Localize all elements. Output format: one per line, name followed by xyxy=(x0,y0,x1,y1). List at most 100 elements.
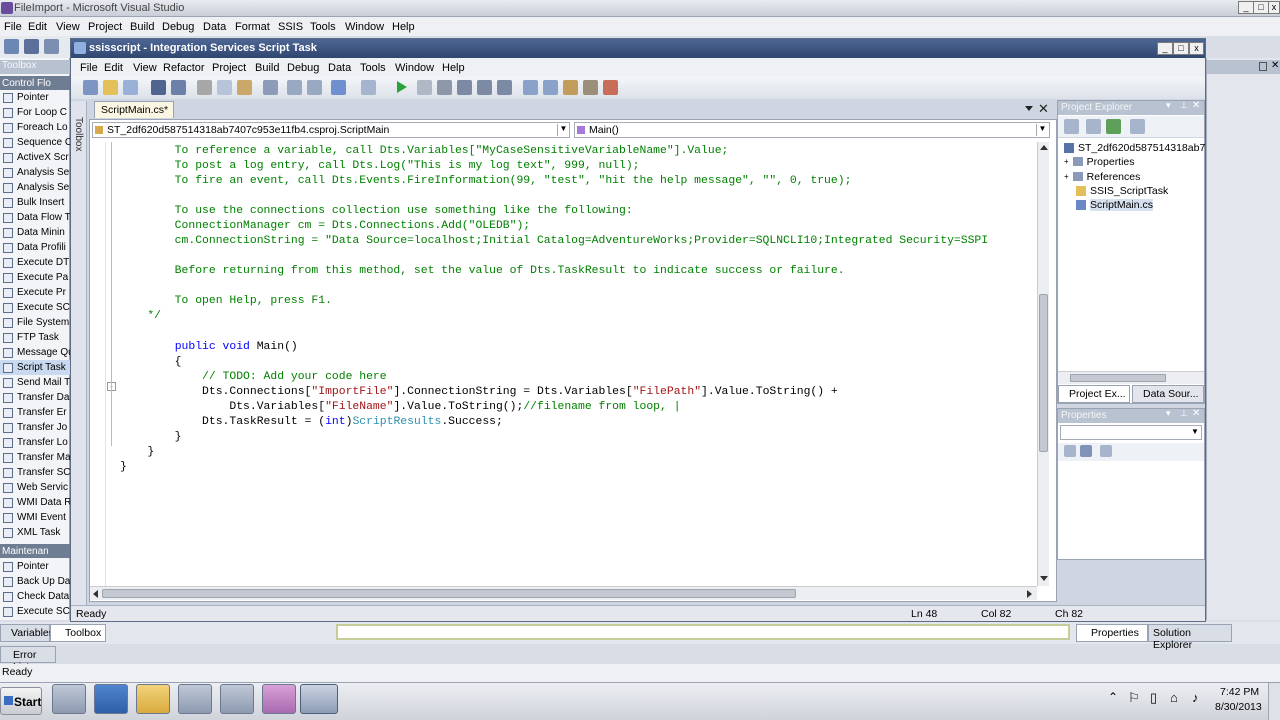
chevron-down-icon[interactable]: ▾ xyxy=(1166,100,1171,111)
toolbox-item[interactable]: Data Flow T xyxy=(0,210,70,225)
toolbox-item[interactable]: Check Data xyxy=(0,589,70,604)
menu-build[interactable]: Build xyxy=(255,58,279,77)
categorized-icon[interactable] xyxy=(1064,445,1076,457)
chevron-down-icon[interactable]: ▾ xyxy=(1166,408,1171,419)
add-item-icon[interactable] xyxy=(83,80,98,95)
taskbar-ssms-icon[interactable] xyxy=(220,684,254,714)
outer-menu-project[interactable]: Project xyxy=(88,17,122,36)
outer-menu-format[interactable]: Format xyxy=(235,17,270,36)
taskbar-powershell-icon[interactable] xyxy=(94,684,128,714)
toolbox-item[interactable]: Message Qu xyxy=(0,345,70,360)
outer-maximize-button[interactable]: □ xyxy=(1253,1,1269,14)
taskbar-bids-icon-active[interactable] xyxy=(300,684,338,714)
toolbox-item[interactable]: ActiveX Scr xyxy=(0,150,70,165)
toolbox-item[interactable]: Transfer Da xyxy=(0,390,70,405)
show-all-files-icon[interactable] xyxy=(1086,119,1101,134)
taskbar-explorer-icon[interactable] xyxy=(136,684,170,714)
pin-icon[interactable]: ⊥ xyxy=(1180,408,1188,419)
toolbox-item[interactable]: For Loop C xyxy=(0,105,70,120)
outer-menu-ssis[interactable]: SSIS xyxy=(278,17,303,36)
script-maximize-button[interactable]: □ xyxy=(1173,42,1189,55)
object-browser-icon[interactable] xyxy=(563,80,578,95)
toolbox-item[interactable]: Bulk Insert xyxy=(0,195,70,210)
menu-refactor[interactable]: Refactor xyxy=(163,58,205,77)
outer-menu-file[interactable]: File xyxy=(4,17,22,36)
toolbox-item[interactable]: FTP Task xyxy=(0,330,70,345)
scroll-down-icon[interactable] xyxy=(1040,576,1048,581)
tools-icon[interactable] xyxy=(583,80,598,95)
toolbox-item[interactable]: Execute Pa xyxy=(0,270,70,285)
chevron-down-icon[interactable]: ▼ xyxy=(557,124,569,136)
script-close-button[interactable]: x xyxy=(1189,42,1204,55)
taskbar-server-manager-icon[interactable] xyxy=(52,684,86,714)
toolbox-item[interactable]: Send Mail T xyxy=(0,375,70,390)
outer-menu-window[interactable]: Window xyxy=(345,17,384,36)
toolbox-item[interactable]: Transfer Lo xyxy=(0,435,70,450)
tree-item-ssis-scripttask[interactable]: SSIS_ScriptTask xyxy=(1076,183,1168,198)
find-icon[interactable] xyxy=(263,80,278,95)
toolbox-section-maintenance[interactable]: Maintenan xyxy=(0,544,70,558)
properties-object-dropdown[interactable]: ▼ xyxy=(1060,425,1202,440)
expand-icon[interactable]: + xyxy=(1064,172,1069,181)
show-desktop-button[interactable] xyxy=(1268,683,1280,720)
toolbox-item-selected[interactable]: Script Task xyxy=(0,360,70,375)
help-icon[interactable] xyxy=(603,80,618,95)
toolbox-item[interactable]: Execute DT xyxy=(0,255,70,270)
outer-right-pin-icon[interactable] xyxy=(1259,62,1267,71)
toolbox-item[interactable]: Transfer SC xyxy=(0,465,70,480)
tab-scriptmain[interactable]: ScriptMain.cs* xyxy=(94,101,174,118)
scroll-left-icon[interactable] xyxy=(93,590,98,598)
toolbox-item[interactable]: Back Up Da xyxy=(0,574,70,589)
vertical-scroll-thumb[interactable] xyxy=(1039,294,1048,452)
refresh-icon[interactable] xyxy=(1106,119,1121,134)
outer-menu-tools[interactable]: Tools xyxy=(310,17,336,36)
expand-icon[interactable]: + xyxy=(1064,157,1069,166)
menu-help[interactable]: Help xyxy=(442,58,465,77)
tab-variables[interactable]: Variables xyxy=(0,624,54,642)
toolbox-item[interactable]: File System xyxy=(0,315,70,330)
property-pages-icon[interactable] xyxy=(1100,445,1112,457)
toolbox-item[interactable]: Data Profili xyxy=(0,240,70,255)
properties-icon[interactable] xyxy=(1064,119,1079,134)
show-hidden-icons-icon[interactable]: ⌃ xyxy=(1108,690,1124,706)
tab-solution-explorer[interactable]: Solution Explorer xyxy=(1148,624,1232,651)
toolbox-item[interactable]: Analysis Ser xyxy=(0,165,70,180)
tree-item-references[interactable]: + References xyxy=(1064,169,1140,184)
toolbox-item[interactable]: Execute Pr xyxy=(0,285,70,300)
outer-menu-build[interactable]: Build xyxy=(130,17,154,36)
volume-icon[interactable]: ♪ xyxy=(1192,690,1208,706)
toolbox-item[interactable]: WMI Data R xyxy=(0,495,70,510)
member-dropdown[interactable]: Main() ▼ xyxy=(574,122,1050,138)
close-document-icon[interactable]: ✕ xyxy=(1038,101,1049,117)
copy-icon[interactable] xyxy=(217,80,232,95)
undo-icon[interactable] xyxy=(331,80,346,95)
project-explorer-tab-data-sources[interactable]: Data Sour... xyxy=(1132,385,1204,403)
outer-menu-edit[interactable]: Edit xyxy=(28,17,47,36)
tab-list-dropdown-icon[interactable] xyxy=(1025,106,1033,111)
toolbox-item[interactable]: Transfer Jo xyxy=(0,420,70,435)
outer-menu-view[interactable]: View xyxy=(56,17,80,36)
menu-window[interactable]: Window xyxy=(395,58,434,77)
toolbox-item[interactable]: Web Servic xyxy=(0,480,70,495)
save-icon[interactable] xyxy=(24,39,39,54)
outdent-icon[interactable] xyxy=(307,80,322,95)
horizontal-scroll-thumb[interactable] xyxy=(1070,374,1166,382)
toolbox-item[interactable]: Transfer Er xyxy=(0,405,70,420)
chevron-down-icon[interactable]: ▼ xyxy=(1191,427,1199,436)
alphabetical-icon[interactable] xyxy=(1080,445,1092,457)
network-icon[interactable]: ⌂ xyxy=(1170,690,1186,706)
toolbox-item[interactable]: Execute SC xyxy=(0,604,70,619)
menu-tools[interactable]: Tools xyxy=(360,58,386,77)
start-debugging-icon[interactable] xyxy=(397,81,407,93)
script-minimize-button[interactable]: _ xyxy=(1157,42,1173,55)
code-text-area[interactable]: To reference a variable, call Dts.Variab… xyxy=(120,144,1032,584)
error-list-tab[interactable]: Error List xyxy=(0,646,56,673)
step-into-icon[interactable] xyxy=(457,80,472,95)
menu-data[interactable]: Data xyxy=(328,58,351,77)
stop-icon[interactable] xyxy=(437,80,452,95)
view-code-icon[interactable] xyxy=(1130,119,1145,134)
toolbox-item[interactable]: Transfer Ma xyxy=(0,450,70,465)
properties-window-icon[interactable] xyxy=(543,80,558,95)
toolbox-item[interactable]: Pointer xyxy=(0,559,70,574)
tab-properties[interactable]: Properties xyxy=(1076,624,1148,642)
